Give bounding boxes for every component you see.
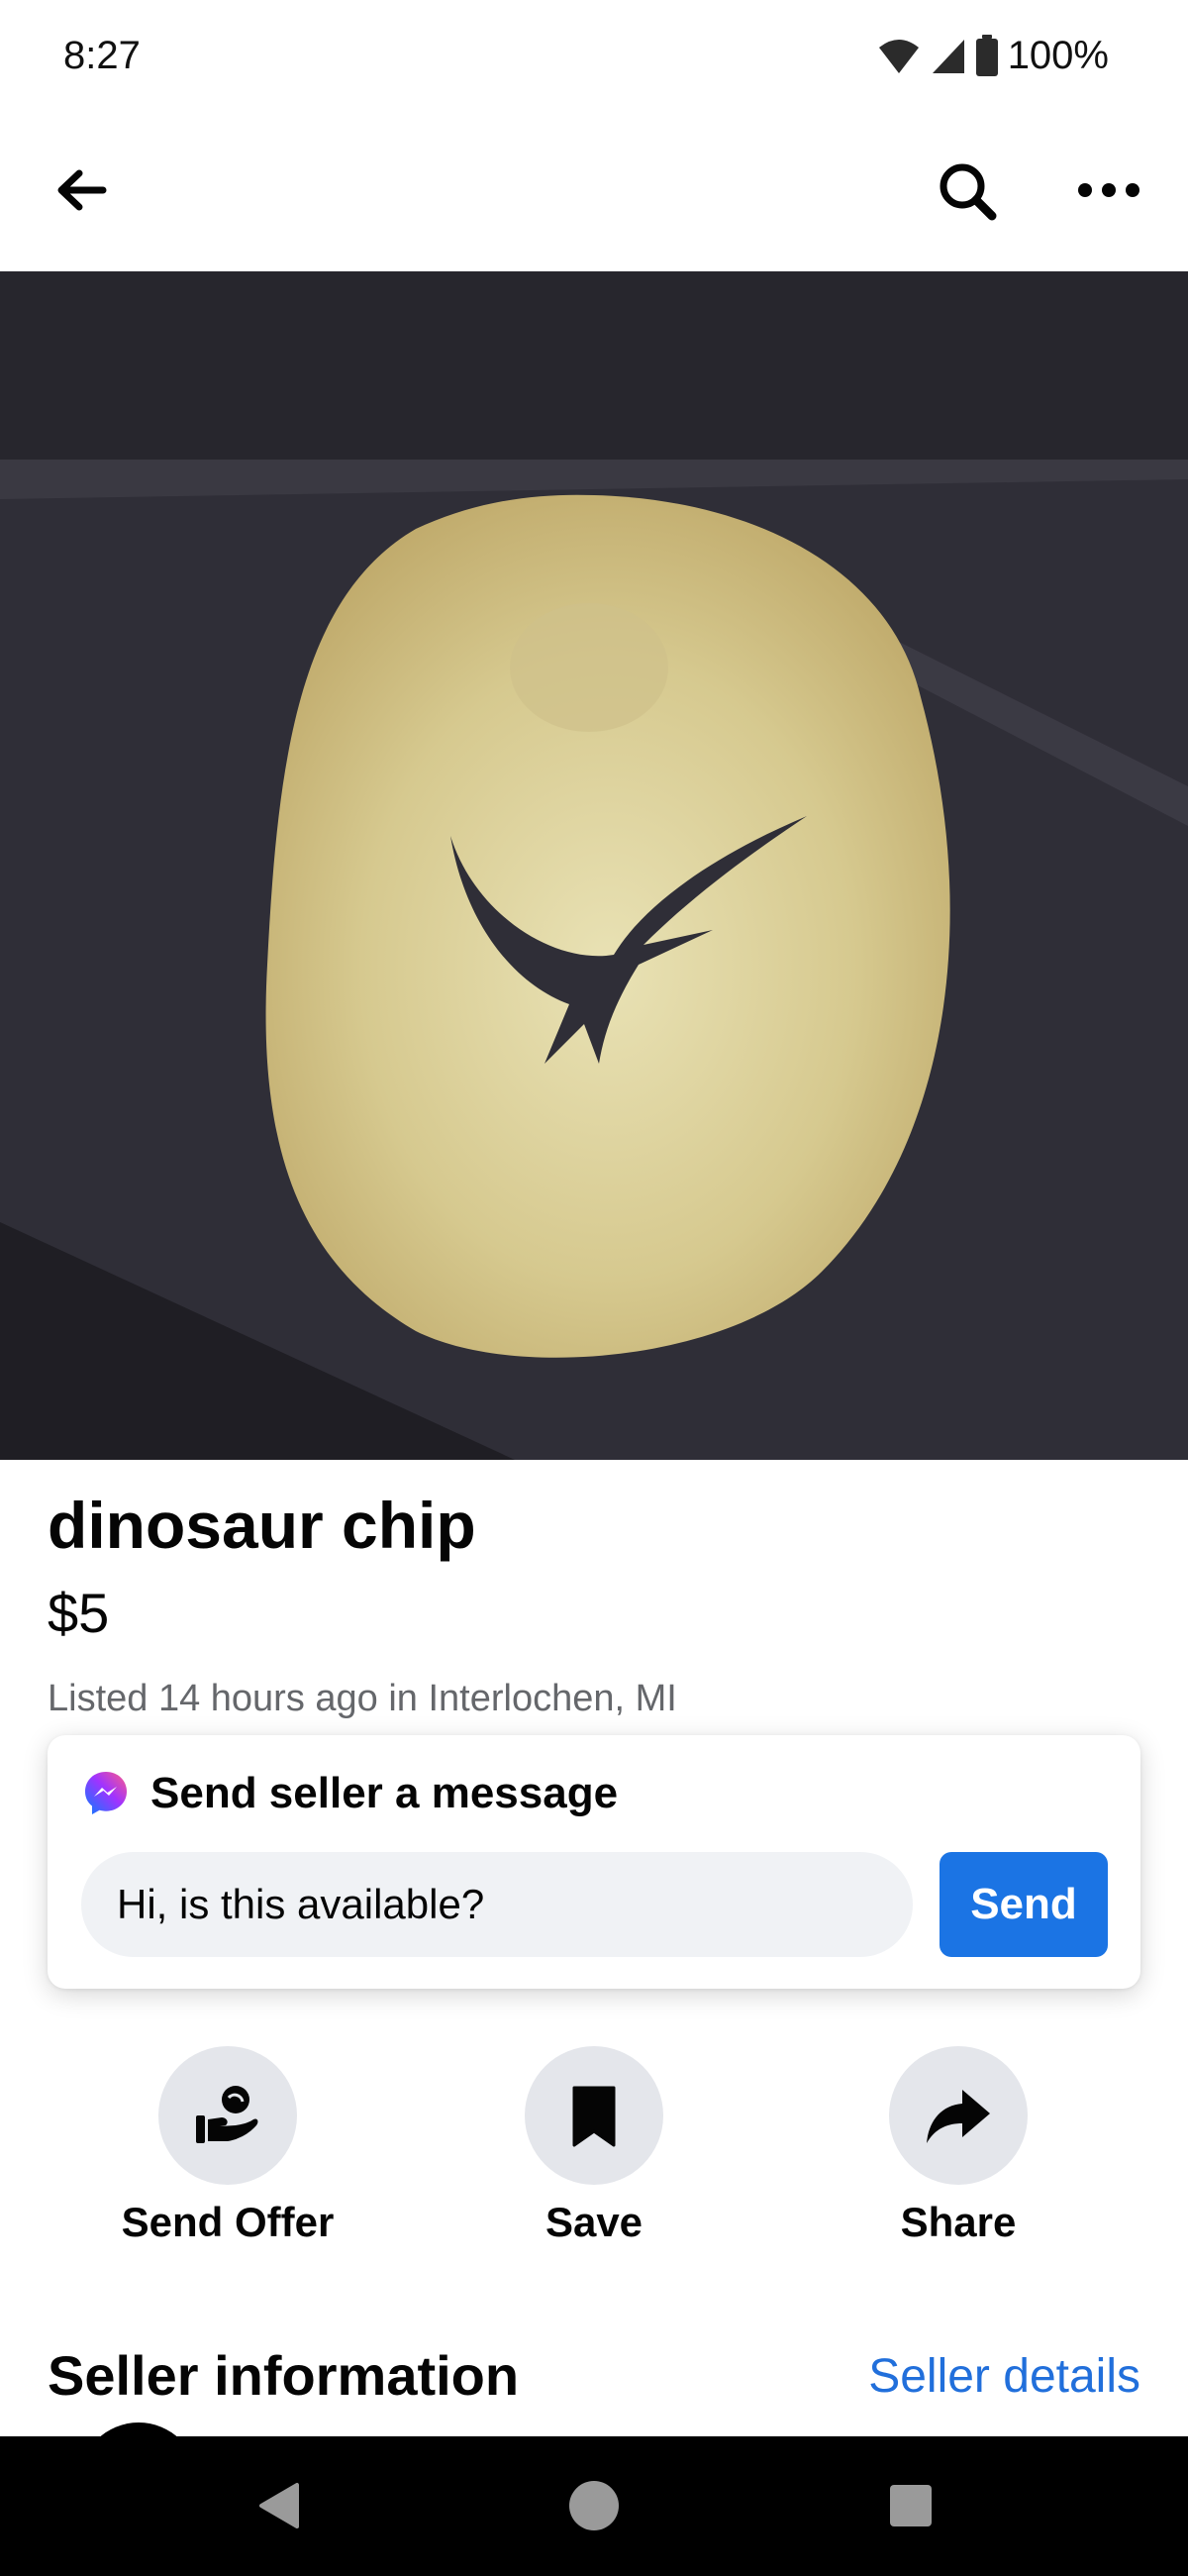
nav-home-icon <box>569 2481 619 2530</box>
share-arrow-icon <box>927 2090 990 2143</box>
send-offer-label: Send Offer <box>121 2199 335 2245</box>
nav-back-icon <box>259 2483 299 2528</box>
message-header-text: Send seller a message <box>150 1769 619 1817</box>
search-icon <box>940 163 997 221</box>
nav-recents-button[interactable] <box>881 2476 940 2535</box>
system-nav-bar <box>0 2436 1188 2576</box>
nav-recents-icon <box>890 2485 932 2526</box>
status-time: 8:27 <box>63 34 141 77</box>
seller-information-heading: Seller information <box>48 2344 520 2407</box>
save-button[interactable] <box>525 2046 663 2185</box>
message-input[interactable] <box>81 1852 913 1957</box>
wifi-icon <box>878 40 919 73</box>
messenger-icon <box>85 1772 127 1814</box>
send-offer-action[interactable]: Send Offer <box>99 2046 356 2246</box>
listing-title: dinosaur chip <box>48 1489 476 1562</box>
save-action[interactable]: Save <box>465 2046 723 2246</box>
nav-home-button[interactable] <box>564 2476 624 2535</box>
seller-details-link[interactable]: Seller details <box>868 2349 1140 2404</box>
message-header: Send seller a message <box>81 1769 618 1818</box>
status-icons: 100% <box>877 32 1109 79</box>
signal-icon <box>932 40 964 73</box>
bookmark-icon <box>572 2086 616 2147</box>
listing-price: $5 <box>48 1582 110 1644</box>
battery-percent: 100% <box>1007 33 1109 77</box>
share-button[interactable] <box>889 2046 1028 2185</box>
save-label: Save <box>544 2199 644 2245</box>
nav-back-button[interactable] <box>249 2476 309 2535</box>
search-button[interactable] <box>933 156 1002 226</box>
listing-image <box>0 271 1188 1460</box>
share-action[interactable]: Share <box>830 2046 1087 2246</box>
send-offer-icon <box>196 2086 258 2143</box>
share-label: Share <box>900 2199 1017 2245</box>
top-nav <box>0 139 1188 267</box>
battery-icon <box>975 35 998 76</box>
more-options-button[interactable] <box>1069 160 1148 220</box>
back-arrow-icon <box>57 169 107 211</box>
listing-meta: Listed 14 hours ago in Interlochen, MI <box>48 1678 677 1719</box>
status-bar: 8:27 100% <box>0 0 1188 119</box>
more-options-icon <box>1078 183 1139 197</box>
send-offer-button[interactable] <box>158 2046 297 2185</box>
message-seller-card: Send seller a message Send <box>48 1735 1140 1989</box>
send-button[interactable]: Send <box>940 1852 1108 1957</box>
listing-photo[interactable] <box>0 271 1188 1460</box>
back-button[interactable] <box>50 158 113 222</box>
